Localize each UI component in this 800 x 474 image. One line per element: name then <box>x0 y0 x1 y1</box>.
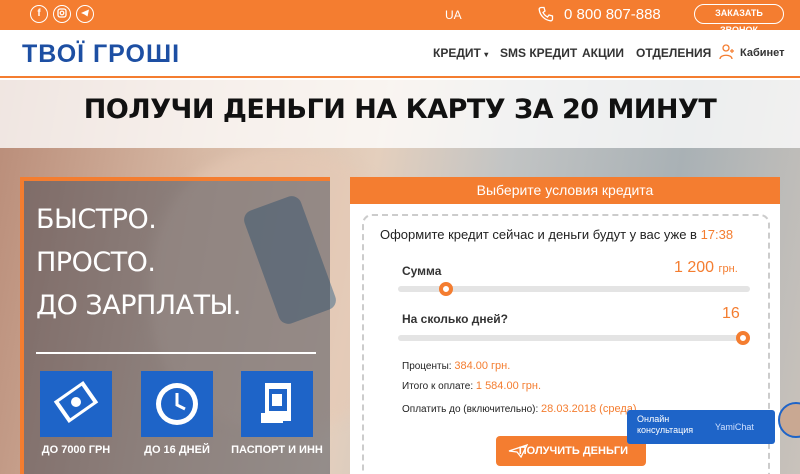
interest-line: Проценты: 384.00 грн. <box>402 360 510 372</box>
amount-number: 1 200 <box>674 259 715 276</box>
nav-item-branches[interactable]: ОТДЕЛЕНИЯ <box>636 46 711 60</box>
calculator-intro: Оформите кредит сейчас и деньги будут у … <box>380 227 733 242</box>
phone-icon <box>538 6 554 22</box>
hero-title: ПОЛУЧИ ДЕНЬГИ НА КАРТУ ЗА 20 МИНУТ <box>83 94 717 125</box>
main-nav: ТВОЇ ГРОШІ КРЕДИТ ▾ SMS КРЕДИТ АКЦИИ ОТД… <box>0 30 800 78</box>
passport-icon <box>241 371 313 437</box>
nav-item-label: КРЕДИТ <box>433 46 481 60</box>
nav-item-sms-credit[interactable]: SMS КРЕДИТ <box>500 46 577 60</box>
telegram-icon[interactable] <box>76 5 94 23</box>
logo[interactable]: ТВОЇ ГРОШІ <box>22 40 180 69</box>
days-slider-handle[interactable] <box>736 331 750 345</box>
intro-text: Оформите кредит сейчас и деньги будут у … <box>380 227 697 242</box>
chat-brand: YamiChat <box>715 422 754 432</box>
feature-label-amount: ДО 7000 ГРН <box>41 444 111 456</box>
tagline-line-1: БЫСТРО. <box>36 204 157 235</box>
days-slider[interactable] <box>398 335 750 341</box>
chat-label: Онлайн консультация <box>637 414 694 435</box>
cabinet-link[interactable]: Кабинет <box>740 47 785 59</box>
calculator-header: Выберите условия кредита <box>350 177 780 204</box>
nav-item-credit[interactable]: КРЕДИТ ▾ <box>433 46 488 60</box>
days-value: 16 <box>722 305 740 322</box>
intro-time: 17:38 <box>700 227 734 242</box>
top-bar: f UA 0 800 807-888 ЗАКАЗАТЬ ЗВОНОК <box>0 0 800 35</box>
amount-label: Сумма <box>402 264 442 278</box>
facebook-icon[interactable]: f <box>30 5 48 23</box>
amount-slider-handle[interactable] <box>438 282 453 296</box>
amount-unit: грн. <box>718 263 738 275</box>
total-line: Итого к оплате: 1 584.00 грн. <box>402 380 541 392</box>
total-label: Итого к оплате: <box>402 381 474 392</box>
language-switch[interactable]: UA <box>445 8 462 22</box>
instagram-icon[interactable] <box>53 5 71 23</box>
tagline-line-2: ПРОСТО. <box>36 247 156 278</box>
callback-button[interactable]: ЗАКАЗАТЬ ЗВОНОК <box>694 4 784 35</box>
divider <box>36 352 316 354</box>
due-label: Оплатить до (включительно): <box>402 404 539 415</box>
due-line: Оплатить до (включительно): 28.03.2018 (… <box>402 403 637 415</box>
interest-value: 384.00 грн. <box>454 360 511 372</box>
paper-plane-icon <box>508 444 528 458</box>
interest-label: Проценты: <box>402 361 452 372</box>
days-label: На сколько дней? <box>402 312 508 326</box>
due-value: 28.03.2018 (среда) <box>541 403 637 415</box>
chevron-down-icon: ▾ <box>484 50 489 59</box>
total-value: 1 584.00 грн. <box>475 380 542 392</box>
amount-value: 1 200 грн. <box>674 259 738 277</box>
feature-label-documents: ПАСПОРТ И ИНН <box>231 444 323 456</box>
hotline-phone[interactable]: 0 800 807-888 <box>564 6 661 23</box>
feature-label-term: ДО 16 ДНЕЙ <box>144 444 210 456</box>
money-icon <box>40 371 112 437</box>
get-money-label: ПОЛУЧИТЬ ДЕНЬГИ <box>518 445 628 457</box>
clock-icon <box>141 371 213 437</box>
tagline-line-3: ДО ЗАРПЛАТЫ. <box>36 290 241 321</box>
nav-item-promotions[interactable]: АКЦИИ <box>582 46 624 60</box>
get-money-button[interactable]: ПОЛУЧИТЬ ДЕНЬГИ <box>496 436 646 466</box>
chat-widget[interactable]: Онлайн консультация YamiChat <box>627 410 775 444</box>
cabinet-icon <box>719 44 734 60</box>
